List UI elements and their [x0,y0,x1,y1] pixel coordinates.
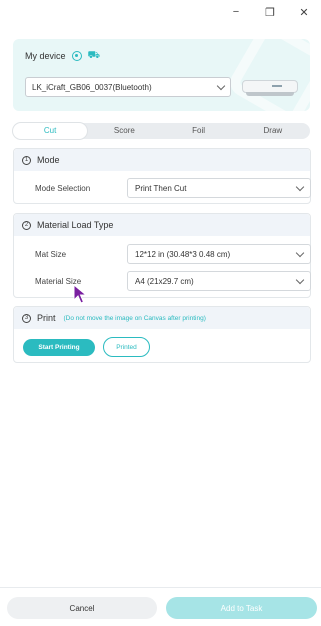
step-number: 3 [22,313,31,323]
cancel-button[interactable]: Cancel [7,597,157,619]
add-to-task-button[interactable]: Add to Task [166,597,317,619]
print-header: 3 Print (Do not move the image on Canvas… [14,307,310,329]
step-number: 1 [22,155,31,165]
connect-device-icon[interactable]: ⛟ [88,51,101,61]
material-size-value: A4 (21x29.7 cm) [135,276,194,286]
step-number: 2 [22,220,31,230]
mode-selection-dropdown[interactable]: Print Then Cut [127,178,311,198]
chevron-down-icon [295,248,305,257]
mat-size-dropdown[interactable]: 12*12 in (30.48*3 0.48 cm) [127,244,311,264]
restore-icon[interactable]: ❐ [253,0,287,24]
tab-foil[interactable]: Foil [162,123,236,139]
chevron-down-icon [295,182,305,191]
footer-divider [0,587,321,588]
start-printing-button[interactable]: Start Printing [23,339,95,356]
material-section: 2 Material Load Type Mat Size 12*12 in (… [13,213,311,298]
material-title: Material Load Type [37,220,114,230]
close-icon[interactable]: ✕ [287,0,321,24]
device-select-value: LK_iCraft_GB06_0037(Bluetooth) [32,82,152,92]
device-card: My device ⛟ LK_iCraft_GB06_0037(Bluetoot… [13,39,310,111]
material-size-dropdown[interactable]: A4 (21x29.7 cm) [127,271,311,291]
cutting-machine-image [242,80,298,96]
window-titlebar: − ❐ ✕ [0,0,321,24]
chevron-down-icon [216,81,226,90]
minimize-icon[interactable]: − [219,0,253,24]
locate-icon[interactable] [71,51,82,61]
device-select[interactable]: LK_iCraft_GB06_0037(Bluetooth) [25,77,231,97]
mat-size-value: 12*12 in (30.48*3 0.48 cm) [135,249,231,259]
printed-button[interactable]: Printed [103,337,150,357]
mode-section: 1 Mode Mode Selection Print Then Cut [13,148,311,204]
mat-size-label: Mat Size [35,250,67,259]
card-decoration [225,39,310,111]
print-title: Print [37,313,56,323]
mode-selection-label: Mode Selection [35,184,91,193]
mode-title: Mode [37,155,60,165]
operation-tabs: Cut Score Foil Draw [13,123,310,139]
print-warning-note: (Do not move the image on Canvas after p… [63,314,206,322]
tab-draw[interactable]: Draw [236,123,310,139]
mouse-cursor-icon [73,284,87,304]
mode-selection-value: Print Then Cut [135,183,187,193]
device-title: My device [25,51,66,61]
tab-cut[interactable]: Cut [13,123,88,139]
mode-header: 1 Mode [14,149,310,171]
material-header: 2 Material Load Type [14,214,310,236]
device-header: My device ⛟ [25,51,100,61]
tab-score[interactable]: Score [87,123,161,139]
chevron-down-icon [295,275,305,284]
